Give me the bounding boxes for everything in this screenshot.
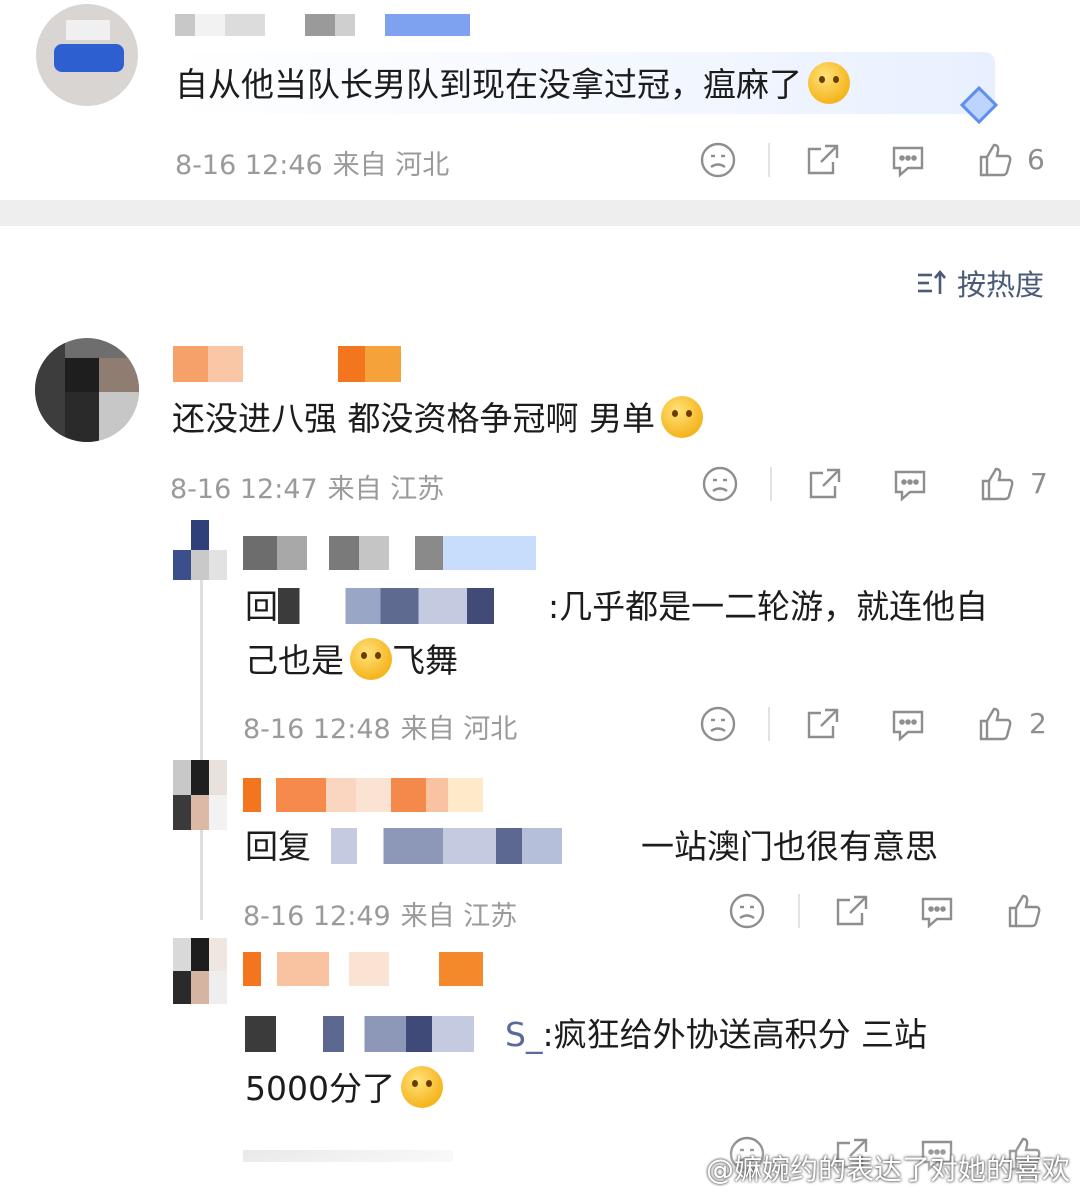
dislike-face-icon[interactable] — [727, 891, 767, 931]
comment-icon[interactable] — [917, 891, 957, 931]
comment-text: 自从他当队长男队到现在没拿过冠，瘟麻了 — [175, 58, 850, 112]
shushing-emoji-icon — [400, 1066, 443, 1108]
mention-username[interactable] — [245, 1016, 505, 1052]
avatar[interactable] — [173, 938, 227, 1004]
section-divider — [0, 200, 1080, 226]
comment-meta: 8-16 12:47 来自 江苏 — [170, 474, 445, 505]
mention-username[interactable] — [278, 588, 548, 624]
thumbs-up-icon[interactable] — [977, 464, 1017, 504]
sort-label: 按热度 — [957, 268, 1045, 302]
username[interactable] — [243, 952, 483, 986]
badge-diamond-icon — [958, 84, 1000, 126]
sort-icon — [915, 267, 947, 299]
reply-text: S_:疯狂给外协送高积分 三站 5000分了 — [245, 1015, 928, 1108]
thumbs-up-icon[interactable] — [975, 140, 1015, 180]
laughing-crying-emoji-icon — [350, 638, 392, 680]
mention-username[interactable] — [311, 828, 641, 864]
comment-meta: 8-16 12:46 来自 河北 — [175, 150, 450, 181]
laughing-crying-emoji-icon — [660, 396, 703, 438]
reply-meta: 8-16 12:49 来自 江苏 — [243, 901, 518, 932]
reply-text: 回:几乎都是一二轮游，就连他自 己也是 飞舞 — [245, 587, 989, 680]
share-icon[interactable] — [805, 464, 845, 504]
thumbs-up-icon[interactable] — [975, 704, 1015, 744]
weibo-logo-icon — [670, 1156, 700, 1182]
sort-button[interactable]: 按热度 — [915, 262, 1044, 304]
divider — [768, 707, 770, 741]
like-count: 7 — [1030, 467, 1048, 500]
divider — [768, 143, 770, 177]
avatar[interactable] — [173, 760, 227, 830]
thumbs-up-icon[interactable] — [1004, 891, 1044, 931]
reply-thread-line — [200, 580, 203, 920]
reply-meta: 8-16 12:48 来自 河北 — [243, 714, 518, 745]
like-count: 2 — [1029, 707, 1047, 740]
avatar[interactable] — [173, 520, 227, 580]
comment-icon[interactable] — [888, 704, 928, 744]
like-count: 6 — [1027, 143, 1045, 176]
username[interactable] — [243, 536, 536, 570]
username-badge — [365, 346, 401, 382]
dislike-face-icon[interactable] — [698, 704, 738, 744]
dislike-face-icon[interactable] — [698, 140, 738, 180]
comment-icon[interactable] — [890, 464, 930, 504]
avatar[interactable] — [35, 338, 139, 442]
share-icon[interactable] — [832, 891, 872, 931]
username[interactable] — [243, 778, 483, 812]
watermark: @嫲婉约的表达了对她的喜欢 — [670, 1148, 1070, 1188]
divider — [770, 467, 772, 501]
reply-text: 回复 一站澳门也很有意思 — [245, 827, 938, 866]
dislike-face-icon[interactable] — [700, 464, 740, 504]
share-icon[interactable] — [803, 140, 843, 180]
share-icon[interactable] — [803, 704, 843, 744]
avatar[interactable] — [36, 4, 138, 106]
comment-text: 还没进八强 都没资格争冠啊 男单 — [172, 392, 703, 446]
divider — [798, 894, 800, 928]
username[interactable] — [175, 14, 470, 36]
smile-emoji-icon — [808, 62, 850, 104]
comment-icon[interactable] — [888, 140, 928, 180]
